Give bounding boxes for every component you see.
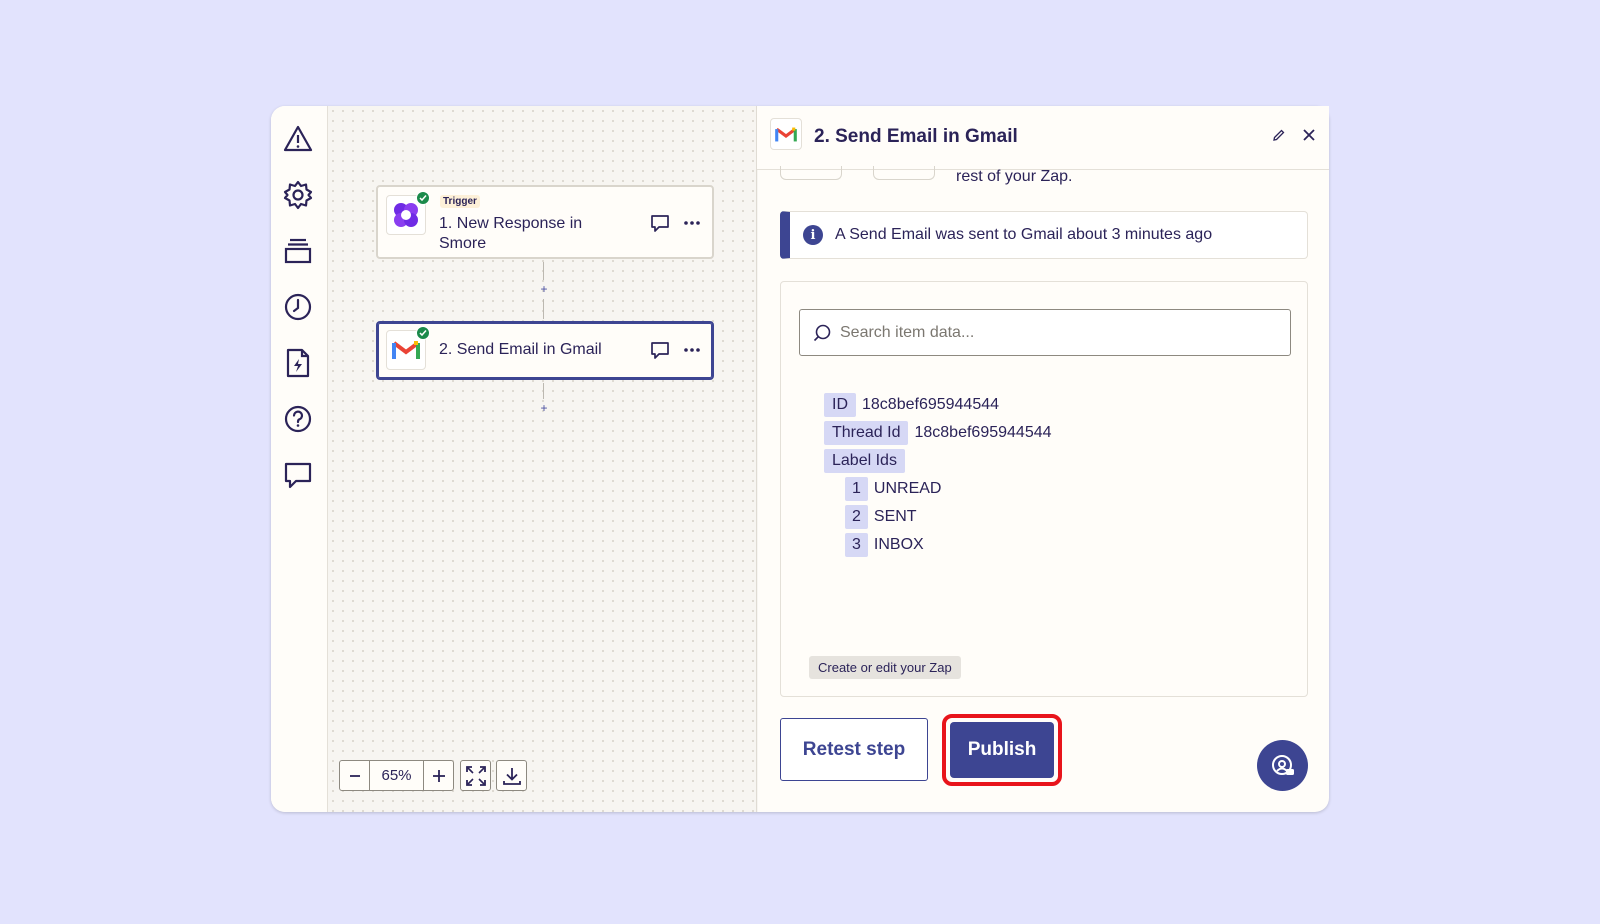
add-step-plus-icon[interactable]: +	[538, 401, 550, 415]
field-key: Thread Id	[824, 421, 909, 445]
field-row-thread-id[interactable]: Thread Id 18c8bef695944544	[824, 421, 1052, 445]
partial-element	[873, 166, 935, 180]
publish-button[interactable]: Publish	[950, 722, 1054, 778]
label-item[interactable]: 3 INBOX	[845, 533, 924, 557]
field-row-label-ids[interactable]: Label Ids	[824, 449, 905, 473]
info-text: A Send Email was sent to Gmail about 3 m…	[835, 226, 1213, 243]
field-row-id[interactable]: ID 18c8bef695944544	[824, 393, 999, 417]
search-field[interactable]	[799, 309, 1291, 356]
step-comment-icon[interactable]	[648, 211, 672, 235]
connector-line	[543, 262, 544, 280]
step-title: 1. New Response in Smore	[439, 215, 583, 252]
zoom-controls: 65%	[339, 760, 527, 791]
zoom-in-button[interactable]	[423, 760, 454, 791]
connector-line	[543, 299, 544, 319]
partial-element	[780, 166, 842, 180]
fit-to-screen-icon[interactable]	[460, 760, 491, 791]
label-item[interactable]: 2 SENT	[845, 505, 917, 529]
left-rail	[271, 106, 328, 812]
support-chat-button[interactable]	[1257, 740, 1308, 791]
history-clock-icon[interactable]	[281, 290, 315, 324]
help-icon[interactable]	[281, 402, 315, 436]
field-key: Label Ids	[824, 449, 905, 473]
step-more-icon[interactable]	[680, 338, 704, 362]
close-icon[interactable]	[1298, 124, 1320, 146]
search-input[interactable]	[840, 323, 1260, 342]
warning-icon[interactable]	[281, 122, 315, 156]
panel-header: 2. Send Email in Gmail	[757, 106, 1329, 170]
label-index: 2	[845, 505, 868, 529]
label-index: 1	[845, 477, 868, 501]
gear-icon[interactable]	[281, 178, 315, 212]
label-index: 3	[845, 533, 868, 557]
field-value: 18c8bef695944544	[862, 396, 1000, 413]
label-item[interactable]: 1 UNREAD	[845, 477, 941, 501]
layers-icon[interactable]	[281, 234, 315, 268]
panel-divider	[756, 106, 757, 812]
step-card-action[interactable]: 2. Send Email in Gmail	[376, 321, 714, 380]
smore-logo-icon	[386, 191, 430, 235]
step-more-icon[interactable]	[680, 211, 704, 235]
zoom-out-button[interactable]	[339, 760, 370, 791]
support-chat-icon	[1271, 754, 1294, 775]
tooltip: Create or edit your Zap	[809, 656, 961, 679]
zoom-level: 65%	[370, 760, 423, 791]
partial-description: rest of your Zap.	[956, 168, 1073, 185]
output-data-box: ID 18c8bef695944544 Thread Id 18c8bef695…	[780, 281, 1308, 697]
field-key: ID	[824, 393, 856, 417]
panel-title: 2. Send Email in Gmail	[814, 126, 1018, 147]
label-value: SENT	[873, 508, 917, 525]
step-comment-icon[interactable]	[648, 338, 672, 362]
info-banner: i A Send Email was sent to Gmail about 3…	[780, 211, 1308, 259]
gmail-logo-icon	[386, 326, 430, 370]
add-step-plus-icon[interactable]: +	[538, 282, 550, 296]
step-title: 2. Send Email in Gmail	[439, 341, 602, 358]
connector-line	[543, 383, 544, 399]
comment-icon[interactable]	[281, 458, 315, 492]
gmail-logo-icon	[770, 118, 802, 150]
trigger-badge: Trigger	[440, 195, 480, 208]
search-icon	[813, 324, 831, 341]
edit-pencil-icon[interactable]	[1268, 124, 1290, 146]
download-icon[interactable]	[496, 760, 527, 791]
success-check-icon	[416, 191, 430, 205]
label-value: INBOX	[873, 536, 924, 553]
step-card-trigger[interactable]: Trigger 1. New Response in Smore	[376, 185, 714, 259]
label-value: UNREAD	[873, 480, 942, 497]
info-icon: i	[803, 225, 823, 245]
retest-step-button[interactable]: Retest step	[780, 718, 928, 781]
zap-file-icon[interactable]	[281, 346, 315, 380]
field-value: 18c8bef695944544	[914, 424, 1052, 441]
success-check-icon	[416, 326, 430, 340]
